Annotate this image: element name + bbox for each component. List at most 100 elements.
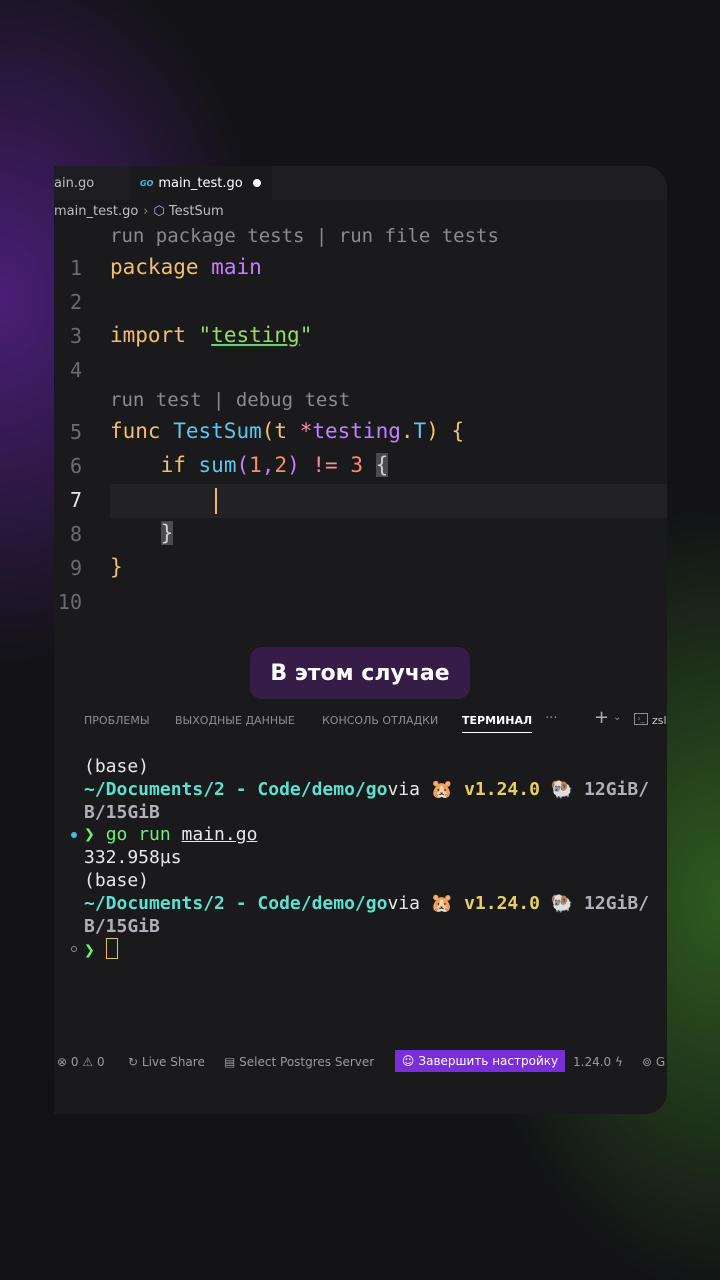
paren: ): [287, 453, 300, 477]
code-editor[interactable]: run package tests | run file tests 1 2 3…: [54, 222, 667, 702]
line-number: 4: [69, 358, 82, 382]
terminal-command-line: ❯ go run main.go: [84, 824, 257, 845]
unsaved-dot-icon[interactable]: [252, 179, 261, 187]
text-cursor: [215, 488, 217, 514]
operator: !=: [299, 453, 351, 477]
import-path[interactable]: testing: [211, 323, 300, 347]
prompt-path: ~/Documents/2 - Code/demo/go: [84, 893, 388, 914]
line-number: 1: [69, 256, 82, 280]
copilot-icon: ☺: [401, 1054, 415, 1068]
go-gopher-icon: 🐹: [430, 893, 454, 914]
type-name: T: [413, 419, 427, 443]
memory-usage: B/15GiB: [84, 916, 160, 937]
panel-tab-bar: ПРОБЛЕМЫ ВЫХОДНЫЕ ДАННЫЕ КОНСОЛЬ ОТЛАДКИ…: [54, 702, 667, 738]
function-name: TestSum: [173, 419, 262, 443]
breadcrumb: main_test.go › ⬡ TestSum: [54, 200, 224, 222]
tab-terminal[interactable]: ТЕРМИНАЛ: [462, 714, 533, 733]
ram-icon: 🐏: [550, 893, 574, 914]
number: 3: [350, 453, 363, 477]
tab-main-test-go[interactable]: GO main_test.go: [130, 166, 272, 200]
comma: ,: [261, 453, 275, 477]
quote: ": [299, 323, 313, 347]
memory-usage: 12GiB/: [584, 893, 650, 914]
broadcast-icon: ⊚: [642, 1055, 653, 1069]
postgres-server-button[interactable]: ▤ Select Postgres Server: [224, 1055, 374, 1069]
codelens-test[interactable]: run test | debug test: [110, 389, 350, 411]
breadcrumb-symbol[interactable]: TestSum: [169, 204, 224, 219]
more-icon[interactable]: ···: [545, 711, 557, 726]
status-bar: ⊗ 0 ⚠ 0 ↻ Live Share ▤ Select Postgres S…: [54, 1050, 667, 1074]
command-success-dot-icon: [71, 832, 77, 838]
terminal-line: B/15GiB: [84, 916, 160, 937]
dot: .: [400, 419, 414, 443]
chevron-right-icon: ›: [143, 203, 149, 219]
finish-setup-label: Завершить настройку: [418, 1054, 559, 1068]
go-version-status[interactable]: 1.24.0 ϟ: [573, 1055, 623, 1069]
brace: }: [110, 555, 123, 579]
terminal-input-line[interactable]: ❯: [84, 938, 118, 961]
lightning-icon: ϟ: [615, 1055, 623, 1069]
status-last-label: G: [655, 1055, 666, 1069]
line-number: 5: [69, 420, 82, 444]
code-line-3: import "testing": [110, 323, 312, 347]
line-number: 6: [69, 454, 82, 478]
error-count: 0: [70, 1055, 79, 1069]
brace: {: [438, 419, 465, 443]
tab-output[interactable]: ВЫХОДНЫЕ ДАННЫЕ: [175, 714, 295, 727]
database-icon: ▤: [224, 1055, 236, 1069]
tab-label: main_test.go: [158, 175, 243, 191]
line-number-current: 7: [69, 488, 82, 512]
add-terminal-icon[interactable]: +: [594, 707, 609, 728]
prompt-path: ~/Documents/2 - Code/demo/go: [84, 779, 388, 800]
terminal-icon[interactable]: ›_: [634, 713, 648, 725]
editor-tab-bar: ain.go GO main_test.go: [54, 166, 667, 200]
prompt-via: via: [387, 893, 431, 914]
keyword: func: [110, 419, 161, 443]
tab-problems[interactable]: ПРОБЛЕМЫ: [84, 714, 150, 727]
ram-icon: 🐏: [550, 779, 574, 800]
chevron-down-icon[interactable]: ⌄: [613, 712, 621, 723]
terminal-prompt-line: ~/Documents/2 - Code/demo/govia 🐹 v1.24.…: [84, 779, 649, 800]
paren: (: [236, 453, 250, 477]
codelens-package[interactable]: run package tests | run file tests: [110, 225, 499, 247]
live-share-button[interactable]: ↻ Live Share: [128, 1055, 205, 1069]
go-version-label: 1.24.0: [573, 1055, 612, 1069]
go-version: v1.24.0: [464, 779, 540, 800]
tab-debug-console[interactable]: КОНСОЛЬ ОТЛАДКИ: [322, 714, 438, 727]
keyword: if: [160, 453, 186, 477]
symbol-method-icon: ⬡: [153, 203, 165, 219]
vscode-window: ain.go GO main_test.go main_test.go › ⬡ …: [54, 166, 667, 1114]
keyword: package: [110, 255, 199, 279]
terminal-prompt-line: ~/Documents/2 - Code/demo/govia 🐹 v1.24.…: [84, 893, 649, 914]
line-number: 9: [69, 556, 82, 580]
prompt-arrow: ❯: [84, 940, 95, 961]
terminal-line: 332.958µs: [84, 847, 182, 868]
param: t: [274, 419, 288, 443]
go-gopher-icon: 🐹: [430, 779, 454, 800]
breadcrumb-file[interactable]: main_test.go: [54, 204, 138, 219]
finish-setup-button[interactable]: ☺ Завершить настройку: [395, 1050, 565, 1072]
tab-label: ain.go: [54, 175, 95, 191]
warning-icon: ⚠: [82, 1055, 94, 1069]
matched-brace: }: [160, 521, 174, 545]
matched-brace: {: [375, 453, 389, 477]
terminal-shell-name[interactable]: zsl: [652, 714, 667, 727]
number: 1: [249, 453, 262, 477]
paren: ): [426, 419, 439, 443]
command: go run: [105, 824, 182, 845]
go-status-item[interactable]: ⊚ G: [642, 1055, 665, 1069]
terminal-line: (base): [84, 870, 150, 891]
terminal-line: B/15GiB: [84, 802, 160, 823]
video-caption: В этом случае: [250, 647, 470, 699]
live-share-label: Live Share: [141, 1055, 205, 1069]
code-line-8: }: [110, 521, 174, 545]
package-ref: testing: [312, 419, 401, 443]
command-pending-dot-icon: [71, 946, 77, 952]
function-call: sum: [198, 453, 237, 477]
problems-status[interactable]: ⊗ 0 ⚠ 0: [57, 1055, 105, 1069]
command-arg: main.go: [181, 824, 258, 845]
code-line-6: if sum(1,2) != 3 {: [110, 453, 389, 477]
tab-main-go[interactable]: ain.go: [54, 166, 130, 200]
terminal-cursor: [105, 938, 118, 959]
window-bottom: [54, 1074, 667, 1114]
